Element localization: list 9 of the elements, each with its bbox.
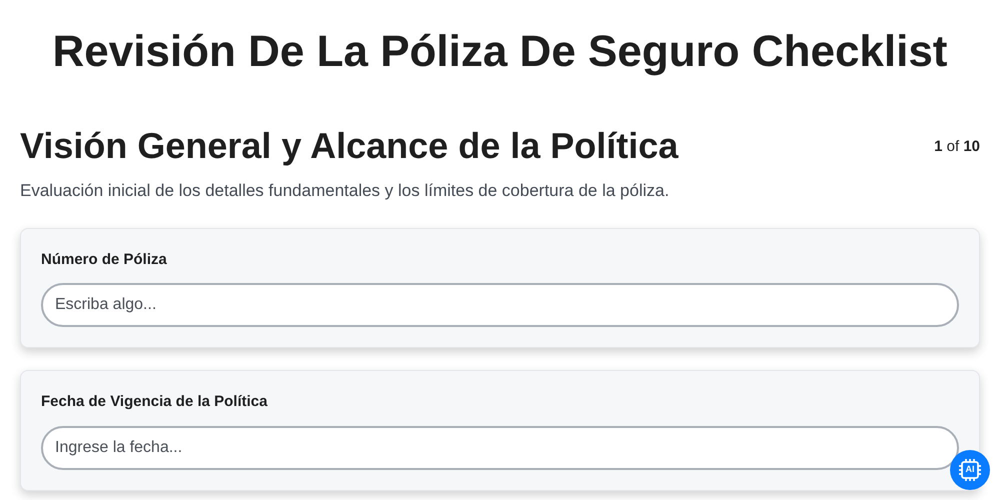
page-title: Revisión De La Póliza De Seguro Checklist bbox=[52, 26, 948, 78]
section-description: Evaluación inicial de los detalles fundamentales y los límites de cobertura de la póliza. bbox=[20, 180, 670, 202]
input-field[interactable]: Ingrese la fecha... bbox=[41, 426, 959, 470]
field-label: Número de Póliza bbox=[41, 250, 168, 270]
field-label: Fecha de Vigencia de la Política bbox=[41, 392, 268, 412]
chip-icon bbox=[958, 458, 982, 482]
page-counter: 1 of 10 bbox=[934, 137, 980, 157]
section-heading: Visión General y Alcance de la Política bbox=[20, 124, 678, 168]
input-field[interactable]: Escriba algo... bbox=[41, 283, 959, 327]
